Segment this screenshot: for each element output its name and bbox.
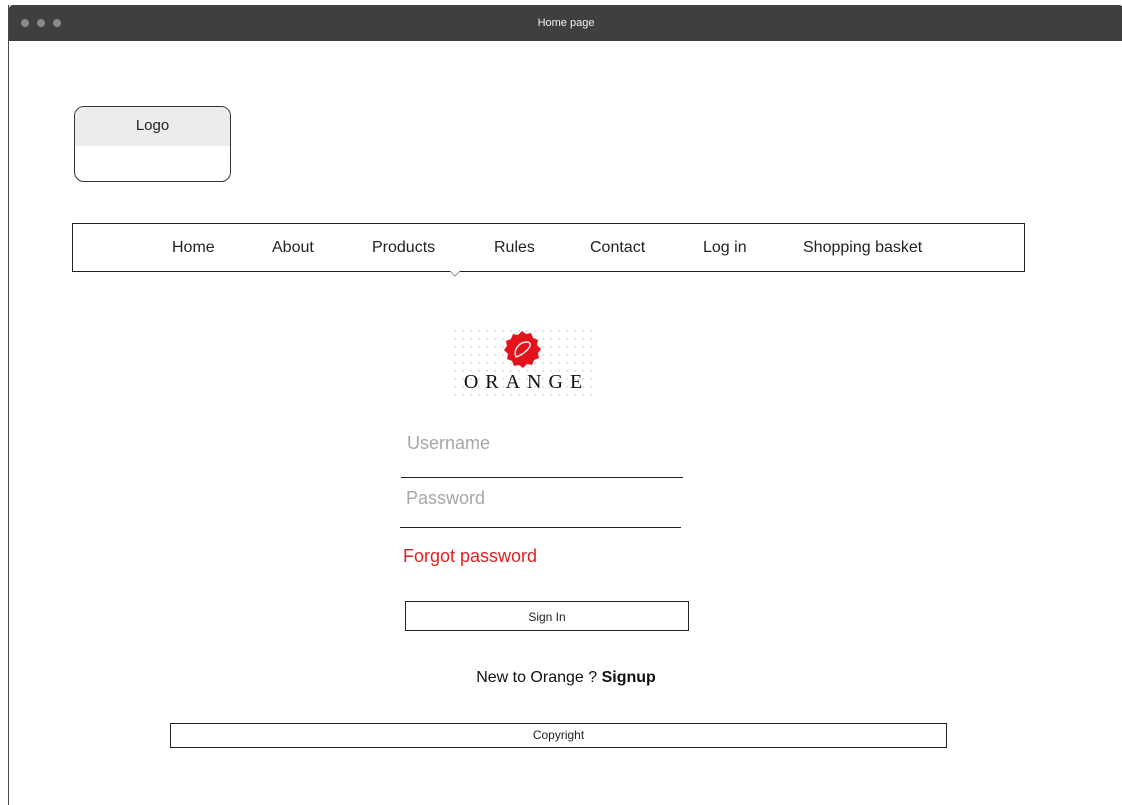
main-navigation: Home About Products Rules Contact Log in… — [72, 223, 1025, 272]
nav-item-products[interactable]: Products — [372, 224, 435, 271]
signup-prompt: New to Orange ? Signup — [9, 669, 1122, 687]
nav-item-contact[interactable]: Contact — [590, 224, 645, 271]
browser-window: Home page Logo Home About Products Rules… — [8, 5, 1122, 805]
brand-logo: ORANGE — [451, 327, 596, 399]
forgot-password-link[interactable]: Forgot password — [403, 546, 537, 567]
logo-label: Logo — [75, 107, 230, 146]
window-title: Home page — [537, 17, 595, 29]
brand-seal-shape — [504, 331, 541, 368]
signup-prompt-text: New to Orange ? — [476, 669, 602, 686]
nav-item-about[interactable]: About — [272, 224, 314, 271]
title-bar: Home page — [9, 5, 1122, 41]
nav-item-rules[interactable]: Rules — [494, 224, 535, 271]
sign-in-button[interactable]: Sign In — [405, 601, 689, 631]
nav-item-log-in[interactable]: Log in — [703, 224, 747, 271]
username-input[interactable] — [401, 425, 683, 461]
signup-link[interactable]: Signup — [602, 669, 656, 686]
nav-item-shopping-basket[interactable]: Shopping basket — [803, 224, 922, 271]
nav-item-home[interactable]: Home — [172, 224, 215, 271]
footer-copyright: Copyright — [170, 723, 947, 748]
products-dropdown-caret-icon[interactable] — [450, 269, 460, 279]
username-underline — [401, 477, 683, 478]
password-underline — [400, 527, 681, 528]
brand-seal-icon — [504, 331, 541, 368]
brand-name: ORANGE — [463, 371, 590, 393]
password-input[interactable] — [400, 480, 681, 516]
logo-placeholder[interactable]: Logo — [74, 106, 231, 182]
